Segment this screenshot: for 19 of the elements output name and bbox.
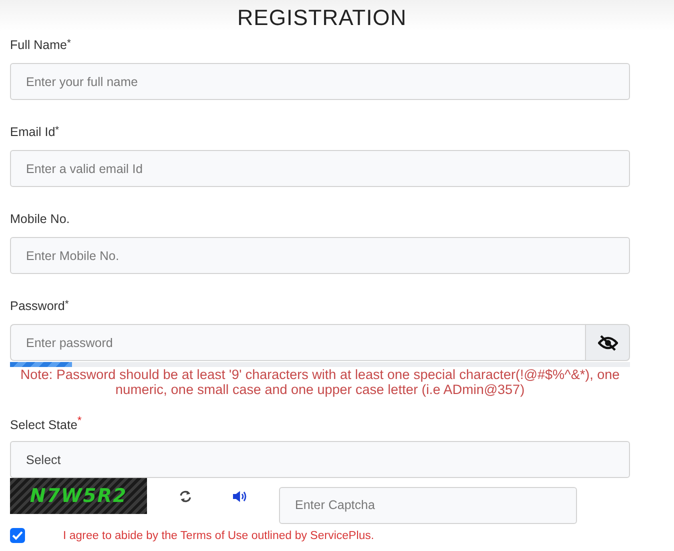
password-field[interactable]: Enter password [10,324,585,361]
captcha-image: N7W5R2 [10,478,147,514]
speaker-icon[interactable] [232,490,247,503]
text-field[interactable]: Enter Mobile No. [10,237,630,274]
field-label: Full Name* [10,38,71,54]
agreement-text: I agree to abide by the Terms of Use outlined by ServicePlus. [63,530,374,542]
text-field[interactable]: Enter your full name [10,63,630,100]
refresh-icon[interactable] [179,490,192,503]
field-label: Password* [10,299,69,315]
captcha-field[interactable]: Enter Captcha [279,486,577,524]
state-select[interactable]: Select [10,441,630,478]
text-field[interactable]: Enter a valid email Id [10,150,630,187]
field-label: Mobile No. [10,212,70,228]
agree-checkbox[interactable] [10,528,25,544]
eye-hidden-icon[interactable] [585,324,630,361]
field-label: Email Id* [10,125,60,141]
page-title: REGISTRATION [237,4,407,32]
field-label: Select State$^{*}$ [10,415,82,432]
password-note: Note: Password should be at least '9' characters with at least one special character(!@#$%^&*), one numeric, one small case and one upper case letter (i.e ADmin@357) [19,367,621,397]
